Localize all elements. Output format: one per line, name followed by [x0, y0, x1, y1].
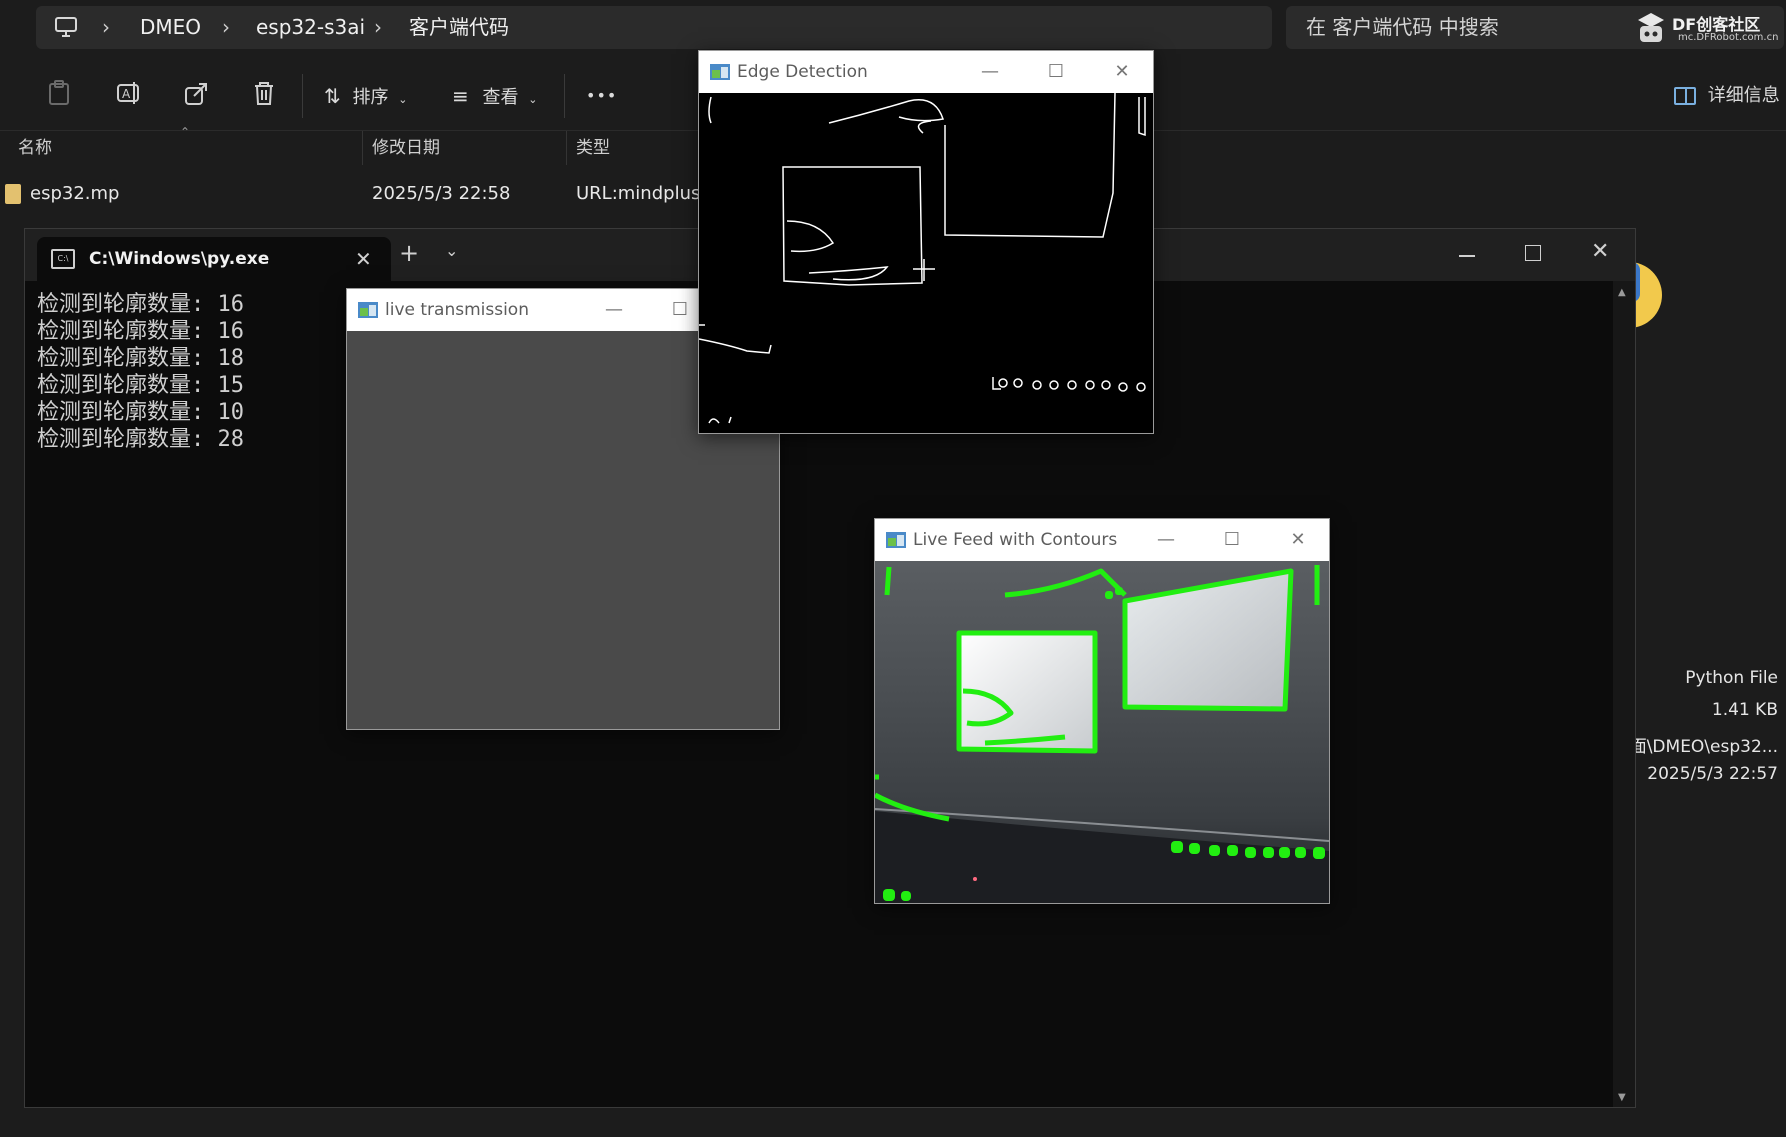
column-modified[interactable]: 修改日期: [372, 131, 440, 165]
minimize-icon[interactable]: [1459, 255, 1475, 257]
toolbar-divider: [302, 74, 303, 118]
cv-window-titlebar[interactable]: Live Feed with Contours — ☐ ✕: [875, 519, 1329, 561]
computer-icon[interactable]: [54, 16, 78, 42]
chevron-right-icon: ›: [222, 15, 230, 39]
detail-path: 桌面\DMEO\esp32...: [1612, 737, 1778, 757]
breadcrumb-dmeo[interactable]: DMEO: [140, 6, 201, 49]
edge-detection-canvas: [698, 92, 1153, 433]
chevron-down-icon: ⌄: [398, 93, 408, 106]
column-header: 名称 ⌃ 修改日期 类型: [0, 125, 1380, 165]
chevron-down-icon: ⌄: [528, 93, 538, 106]
file-name: esp32.mp: [30, 183, 120, 204]
search-box[interactable]: 在 客户端代码 中搜索 DF创客社区 mc.DFRobot.com.cn: [1286, 6, 1784, 49]
chevron-right-icon: ›: [374, 15, 382, 39]
logo-url-text: mc.DFRobot.com.cn: [1678, 32, 1779, 43]
detail-type: Python File: [1685, 668, 1778, 688]
terminal-icon: C:\: [51, 249, 75, 269]
cv-window-icon: [886, 532, 906, 548]
detail-size: 1.41 KB: [1711, 700, 1778, 720]
view-button[interactable]: ≡ 查看 ⌄: [452, 80, 548, 112]
delete-icon[interactable]: [252, 80, 276, 112]
chevron-right-icon: ›: [102, 15, 110, 39]
sort-arrow-icon: ⌃: [180, 125, 191, 139]
tab-dropdown-icon[interactable]: ⌄: [445, 241, 458, 260]
maximize-icon[interactable]: ☐: [657, 289, 703, 331]
toolbar-divider: [564, 74, 565, 118]
live-feed-canvas: [875, 561, 1329, 903]
svg-text:A: A: [122, 87, 131, 101]
close-icon[interactable]: ✕: [1591, 239, 1609, 264]
terminal-line: 检测到轮廓数量: 10: [37, 400, 244, 425]
close-icon[interactable]: ✕: [1275, 519, 1321, 561]
sort-label: 排序: [352, 87, 389, 108]
column-divider[interactable]: [566, 131, 567, 165]
edge-detection-window[interactable]: Edge Detection — ☐ ✕: [698, 50, 1154, 434]
view-icon: ≡: [452, 84, 469, 108]
cv-window-title: live transmission: [385, 300, 529, 320]
terminal-scrollbar[interactable]: ▲ ▼: [1613, 281, 1635, 1107]
view-label: 查看: [482, 87, 519, 108]
column-divider[interactable]: [362, 131, 363, 165]
details-pane-label: 详细信息: [1707, 85, 1780, 106]
more-options-button[interactable]: •••: [586, 80, 617, 112]
contour-image: [875, 565, 1329, 903]
rename-icon[interactable]: A: [116, 80, 142, 112]
breadcrumb-client-code[interactable]: 客户端代码: [409, 6, 509, 49]
minimize-icon[interactable]: —: [967, 51, 1013, 93]
scroll-down-arrow-icon[interactable]: ▼: [1618, 1092, 1626, 1103]
terminal-line: 检测到轮廓数量: 16: [37, 292, 244, 317]
file-icon: [5, 184, 21, 204]
file-type: URL:mindplus: [576, 183, 701, 204]
details-pane-button[interactable]: 详细信息: [1674, 80, 1780, 112]
maximize-icon[interactable]: [1525, 245, 1541, 261]
terminal-line: 检测到轮廓数量: 16: [37, 319, 244, 344]
details-pane-icon: [1674, 87, 1696, 105]
terminal-output: 检测到轮廓数量: 16 检测到轮廓数量: 16 检测到轮廓数量: 18 检测到轮…: [37, 291, 244, 453]
cv-window-titlebar[interactable]: Edge Detection — ☐ ✕: [699, 51, 1153, 93]
terminal-line: 检测到轮廓数量: 28: [37, 427, 244, 452]
search-input[interactable]: 在 客户端代码 中搜索: [1306, 6, 1499, 49]
minimize-icon[interactable]: —: [591, 289, 637, 331]
terminal-tab-title: C:\Windows\py.exe: [89, 249, 270, 269]
sort-button[interactable]: ⇅ 排序 ⌄: [324, 80, 420, 112]
cv-window-icon: [358, 302, 378, 318]
share-icon[interactable]: [184, 80, 210, 112]
cv-window-title: Live Feed with Contours: [913, 530, 1118, 550]
close-tab-icon[interactable]: ✕: [355, 237, 372, 281]
address-bar[interactable]: › DMEO › esp32-s3ai › 客户端代码: [36, 6, 1272, 49]
new-tab-button[interactable]: +: [399, 239, 419, 267]
sort-icon: ⇅: [324, 84, 341, 108]
minimize-icon[interactable]: —: [1143, 519, 1189, 561]
cv-window-icon: [710, 64, 730, 80]
file-modified: 2025/5/3 22:58: [372, 183, 511, 204]
file-row[interactable]: esp32.mp 2025/5/3 22:58 URL:mindplus: [0, 176, 1380, 212]
paste-icon[interactable]: [48, 80, 70, 112]
maximize-icon[interactable]: ☐: [1209, 519, 1255, 561]
close-icon[interactable]: ✕: [1099, 51, 1145, 93]
maximize-icon[interactable]: ☐: [1033, 51, 1079, 93]
column-name[interactable]: 名称: [18, 131, 52, 165]
terminal-tab[interactable]: C:\ C:\Windows\py.exe ✕: [37, 237, 391, 281]
live-feed-window[interactable]: Live Feed with Contours — ☐ ✕: [874, 518, 1330, 904]
dfrobot-logo: DF创客社区 mc.DFRobot.com.cn: [1632, 8, 1782, 48]
edge-image: [698, 92, 1146, 424]
terminal-line: 检测到轮廓数量: 18: [37, 346, 244, 371]
scroll-up-arrow-icon[interactable]: ▲: [1618, 287, 1626, 298]
column-type[interactable]: 类型: [576, 131, 610, 165]
breadcrumb-esp32-s3ai[interactable]: esp32-s3ai: [256, 6, 365, 49]
detail-date: 2025/5/3 22:57: [1647, 764, 1778, 784]
terminal-line: 检测到轮廓数量: 15: [37, 373, 244, 398]
cv-window-title: Edge Detection: [737, 62, 868, 82]
